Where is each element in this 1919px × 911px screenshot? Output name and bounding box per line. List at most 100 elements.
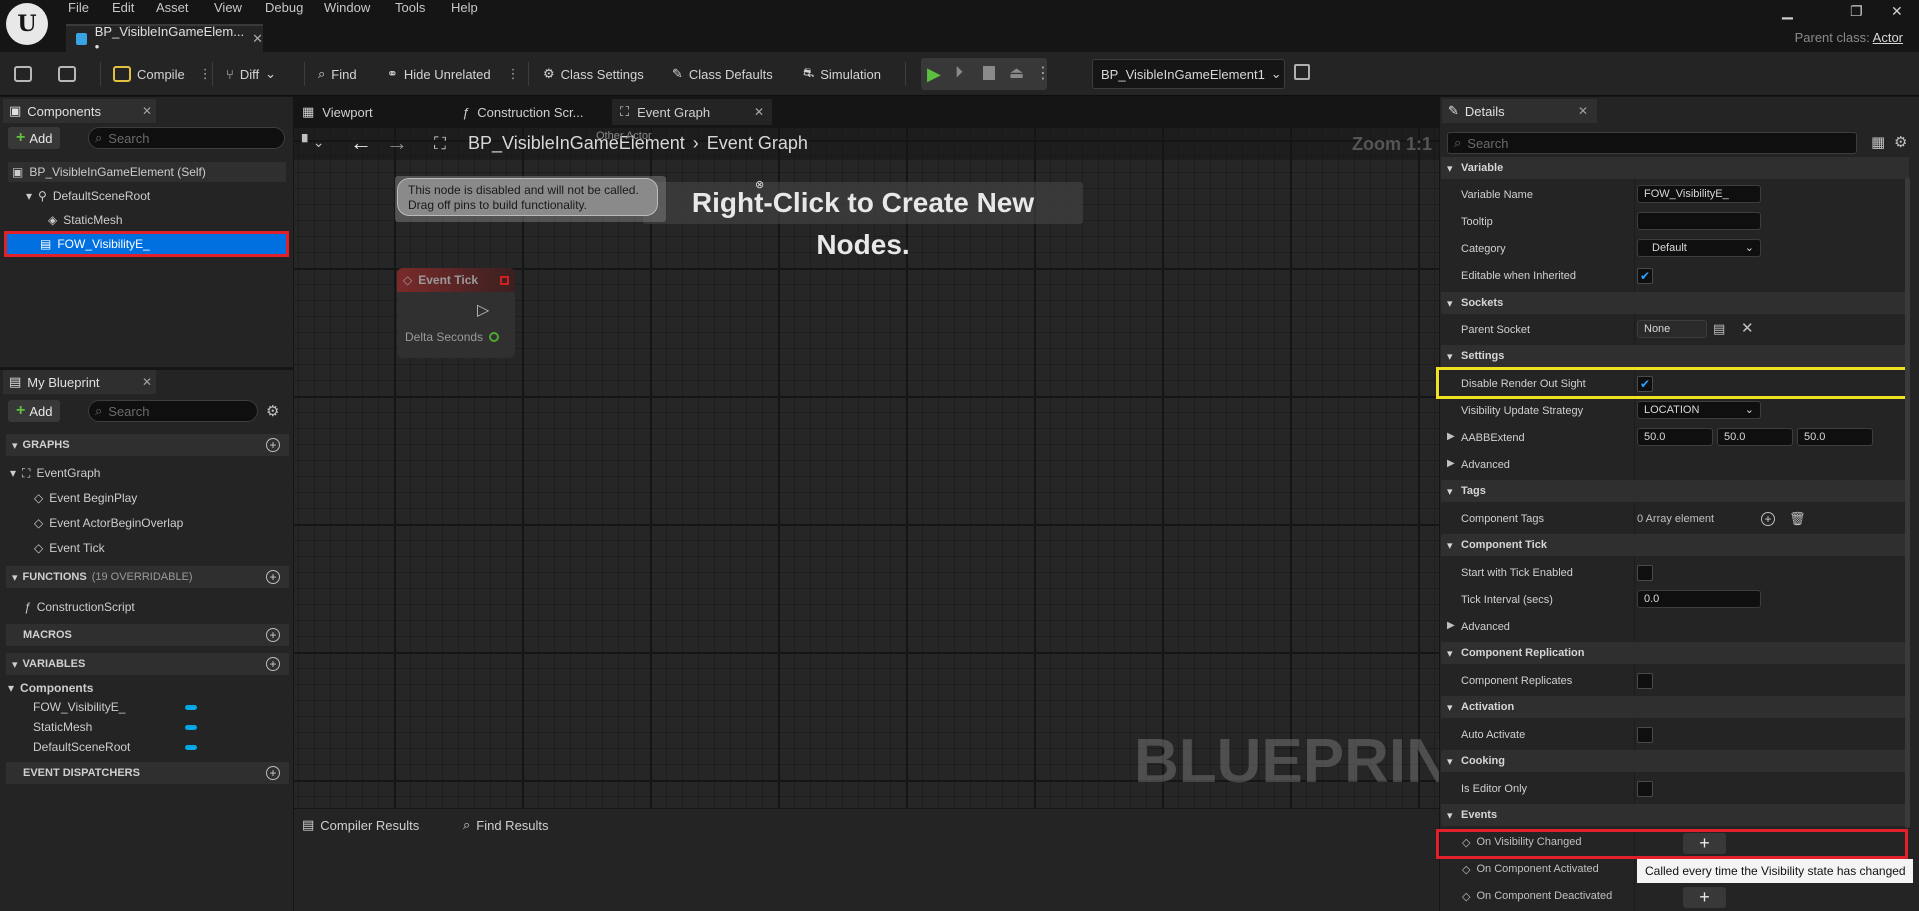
- menu-asset[interactable]: Asset: [156, 0, 189, 16]
- menu-debug[interactable]: Debug: [265, 0, 303, 16]
- close-icon[interactable]: ✕: [754, 105, 764, 119]
- socket-browse-icon[interactable]: ▤: [1713, 321, 1725, 337]
- variable-static-mesh[interactable]: StaticMesh: [33, 717, 197, 737]
- table-view-icon[interactable]: ▦: [1871, 133, 1885, 151]
- trash-icon[interactable]: 🗑: [1789, 511, 1806, 527]
- my-blueprint-search-input[interactable]: ⌕ Search: [88, 400, 258, 422]
- event-beginplay-item[interactable]: ◇ Event BeginPlay: [34, 488, 137, 508]
- variables-section-header[interactable]: ▾ VARIABLES: [6, 653, 289, 675]
- find-in-world-icon[interactable]: [1294, 64, 1310, 80]
- components-search-input[interactable]: ⌕ Search: [88, 127, 285, 149]
- settings-section-header[interactable]: ▾ Settings: [1441, 345, 1909, 367]
- tab-compiler-results[interactable]: ▤ Compiler Results: [294, 812, 459, 838]
- more-icon[interactable]: ⋮: [199, 66, 212, 82]
- find-button[interactable]: ⌕ Find: [318, 60, 357, 88]
- component-tick-section-header[interactable]: ▾ Component Tick: [1441, 534, 1909, 556]
- details-tab[interactable]: ✎ Details: [1442, 99, 1597, 123]
- expand-icon[interactable]: ▶: [1447, 431, 1455, 442]
- disable-render-checkbox[interactable]: ✔: [1637, 376, 1653, 392]
- diff-button[interactable]: ⑂ Diff ⌄: [226, 60, 276, 88]
- maximize-icon[interactable]: ❐: [1850, 3, 1863, 20]
- menu-edit[interactable]: Edit: [112, 0, 134, 16]
- variable-section-header[interactable]: ▾ Variable: [1441, 157, 1909, 179]
- cooking-section-header[interactable]: ▾ Cooking: [1441, 750, 1909, 772]
- graphs-section-header[interactable]: ▾ GRAPHS: [6, 434, 289, 456]
- details-search-input[interactable]: ⌕ Search: [1447, 132, 1857, 154]
- add-function-icon[interactable]: +: [266, 570, 280, 584]
- browse-button[interactable]: [58, 60, 76, 88]
- advanced-settings-row[interactable]: Advanced: [1461, 459, 1510, 471]
- bookmark-icon[interactable]: ▘⌄: [302, 134, 325, 151]
- add-deactivated-event-button[interactable]: +: [1683, 887, 1726, 908]
- construction-script-item[interactable]: ƒ ConstructionScript: [24, 597, 135, 617]
- component-default-scene-root[interactable]: ▾ ⚲ DefaultSceneRoot: [26, 186, 150, 206]
- add-visibility-changed-event-button[interactable]: +: [1683, 833, 1726, 854]
- replicates-checkbox[interactable]: [1637, 673, 1653, 689]
- menu-file[interactable]: File: [68, 0, 89, 16]
- class-settings-button[interactable]: ⚙ Class Settings: [543, 60, 644, 88]
- back-arrow-icon[interactable]: ←: [350, 130, 372, 156]
- add-dispatcher-icon[interactable]: +: [266, 766, 280, 780]
- close-icon[interactable]: ✕: [252, 31, 263, 47]
- event-actorbeginoverlap-item[interactable]: ◇ Event ActorBeginOverlap: [34, 513, 183, 533]
- event-dispatchers-section-header[interactable]: EVENT DISPATCHERS: [6, 762, 289, 784]
- add-component-button[interactable]: + Add: [8, 127, 61, 149]
- category-dropdown[interactable]: Default ⌄: [1637, 239, 1761, 257]
- aabb-x-input[interactable]: 50.0: [1637, 428, 1713, 446]
- event-tick-node-header[interactable]: ◇ Event Tick: [397, 268, 515, 292]
- tooltip-input[interactable]: [1637, 212, 1761, 230]
- simulation-button[interactable]: ⛐ Simulation: [803, 60, 881, 88]
- editable-inherited-checkbox[interactable]: ✔: [1637, 268, 1653, 284]
- step-icon[interactable]: ⏵: [955, 64, 963, 82]
- event-graph-item[interactable]: ▾ ⛶ EventGraph: [10, 463, 100, 483]
- menu-view[interactable]: View: [214, 0, 242, 16]
- variable-default-scene-root[interactable]: DefaultSceneRoot: [33, 737, 197, 757]
- component-self[interactable]: ▣ BP_VisibleInGameElement (Self): [8, 162, 286, 182]
- tab-viewport[interactable]: ▦ Viewport: [294, 99, 454, 125]
- component-fow-visibility[interactable]: ▤ FOW_VisibilityE_: [4, 231, 289, 257]
- exec-pin-icon[interactable]: ▷: [477, 300, 489, 320]
- unreal-logo-icon[interactable]: U: [6, 3, 48, 45]
- compile-button[interactable]: Compile ⋮: [113, 60, 212, 88]
- close-icon[interactable]: ✕: [142, 375, 152, 389]
- add-tag-icon[interactable]: +: [1761, 512, 1775, 526]
- add-variable-icon[interactable]: +: [266, 657, 280, 671]
- gear-icon[interactable]: ⚙: [266, 402, 279, 420]
- sockets-section-header[interactable]: ▾ Sockets: [1441, 292, 1909, 314]
- tab-find-results[interactable]: ⌕ Find Results: [459, 812, 589, 838]
- events-section-header[interactable]: ▾ Events: [1441, 804, 1909, 826]
- menu-help[interactable]: Help: [451, 0, 478, 16]
- gear-icon[interactable]: ⚙: [1894, 133, 1907, 151]
- event-tick-item[interactable]: ◇ Event Tick: [34, 538, 105, 558]
- forward-arrow-icon[interactable]: →: [386, 130, 408, 156]
- add-member-button[interactable]: + Add: [8, 400, 61, 422]
- visibility-strategy-dropdown[interactable]: LOCATION ⌄: [1637, 401, 1761, 419]
- stop-icon[interactable]: [983, 66, 995, 80]
- window-close-icon[interactable]: ✕: [1891, 3, 1903, 20]
- event-graph-canvas[interactable]: ▘⌄ ← → ⛶ BP_VisibleInGameElement › Event…: [294, 128, 1439, 808]
- macros-section-header[interactable]: MACROS: [6, 624, 289, 646]
- class-defaults-button[interactable]: ✎ Class Defaults: [672, 60, 773, 88]
- add-macro-icon[interactable]: +: [266, 628, 280, 642]
- details-scrollbar[interactable]: [1905, 178, 1910, 828]
- component-replication-section-header[interactable]: ▾ Component Replication: [1441, 642, 1909, 664]
- editor-only-checkbox[interactable]: [1637, 781, 1653, 797]
- components-tab[interactable]: ▣ Components: [3, 99, 156, 123]
- debug-object-dropdown[interactable]: BP_VisibleInGameElement1 ⌄: [1092, 59, 1285, 89]
- tab-event-graph[interactable]: ⛶ Event Graph ✕: [612, 99, 772, 125]
- activation-section-header[interactable]: ▾ Activation: [1441, 696, 1909, 718]
- close-icon[interactable]: ✕: [142, 104, 152, 118]
- save-button[interactable]: [14, 60, 32, 88]
- component-static-mesh[interactable]: ◈ StaticMesh: [48, 210, 123, 230]
- aabb-z-input[interactable]: 50.0: [1797, 428, 1873, 446]
- add-graph-icon[interactable]: +: [266, 438, 280, 452]
- advanced-tick-row[interactable]: Advanced: [1461, 621, 1510, 633]
- more-icon[interactable]: ⋮: [507, 66, 520, 82]
- tags-section-header[interactable]: ▾ Tags: [1441, 480, 1909, 502]
- tick-interval-input[interactable]: 0.0: [1637, 590, 1761, 608]
- eject-icon[interactable]: ⏏: [1009, 63, 1024, 83]
- variable-name-input[interactable]: FOW_VisibilityE_: [1637, 185, 1761, 203]
- document-tab[interactable]: BP_VisibleInGameElem... • ✕: [66, 24, 263, 54]
- start-tick-checkbox[interactable]: [1637, 565, 1653, 581]
- close-icon[interactable]: ⊗: [755, 178, 764, 191]
